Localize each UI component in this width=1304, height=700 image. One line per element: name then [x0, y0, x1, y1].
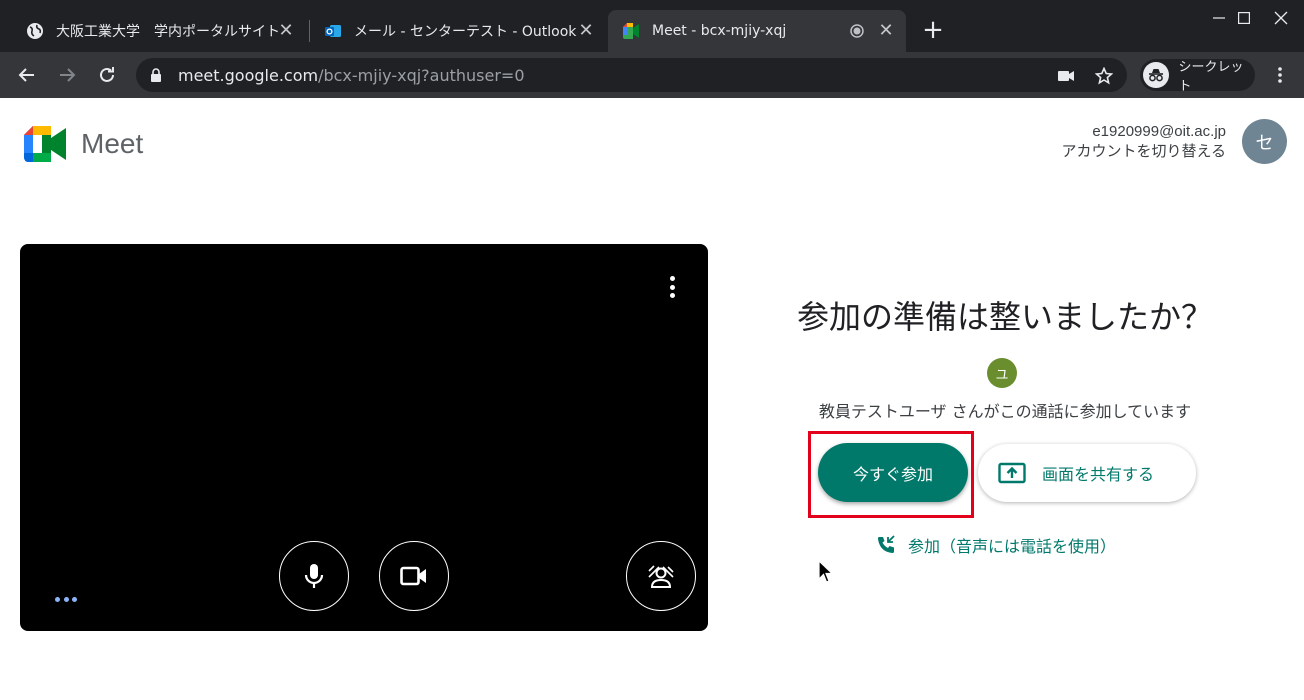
- back-button[interactable]: [11, 59, 43, 91]
- window-close-button[interactable]: [1258, 0, 1304, 36]
- incognito-label: シークレット: [1178, 60, 1244, 94]
- address-bar[interactable]: meet.google.com/bcx-mjiy-xqj?authuser=0: [136, 58, 1127, 92]
- mic-icon: [304, 564, 324, 588]
- arrow-right-icon: [60, 68, 76, 82]
- present-button[interactable]: 画面を共有する: [978, 444, 1196, 502]
- camera-toggle-button[interactable]: [379, 541, 449, 611]
- new-tab-button[interactable]: +: [920, 17, 946, 44]
- outlook-icon: [325, 25, 341, 37]
- record-icon: [850, 24, 864, 38]
- bookmark-star-button[interactable]: [1094, 66, 1114, 86]
- join-by-phone-label: 参加（音声には電話を使用）: [908, 537, 1117, 556]
- meet-brand-name: Meet: [81, 128, 144, 159]
- participants-in-call-text: 教員テストユーザ さんがこの通話に参加しています: [818, 402, 1192, 421]
- join-by-phone-link[interactable]: 参加（音声には電話を使用）: [876, 533, 1116, 557]
- globe-icon: [27, 23, 43, 39]
- maximize-icon: [1238, 12, 1250, 24]
- forward-button[interactable]: [51, 59, 83, 91]
- account-avatar[interactable]: セ: [1242, 119, 1287, 164]
- tab-close-button[interactable]: ✕: [578, 22, 594, 40]
- close-icon: [1274, 11, 1288, 25]
- mouse-cursor-icon: [818, 560, 834, 583]
- present-button-label: 画面を共有する: [1042, 465, 1155, 484]
- phone-icon: [878, 535, 895, 553]
- camera-blocked-button[interactable]: [1056, 66, 1076, 86]
- tab-close-button[interactable]: ✕: [278, 22, 294, 40]
- tab-title: 大阪工業大学 学内ポータルサイト: [56, 24, 278, 40]
- microphone-toggle-button[interactable]: [279, 541, 349, 611]
- meet-icon: [623, 23, 639, 39]
- connection-dots-icon: [55, 597, 77, 603]
- background-effects-button[interactable]: [626, 541, 696, 611]
- camera-blocked-icon: [1058, 71, 1074, 81]
- participant-avatar: ユ: [987, 358, 1017, 388]
- lock-icon: [151, 68, 161, 82]
- video-preview: [20, 244, 708, 631]
- arrow-left-icon: [18, 68, 34, 82]
- more-vert-icon: [1278, 67, 1282, 83]
- videocam-icon: [400, 566, 426, 586]
- more-vert-icon-dot: [669, 284, 675, 290]
- star-icon: [1095, 67, 1113, 85]
- tab-meet[interactable]: Meet - bcx-mjiy-xqj ✕: [608, 10, 906, 52]
- join-now-button[interactable]: 今すぐ参加: [818, 443, 968, 502]
- ready-to-join-heading: 参加の準備は整いましたか？: [796, 298, 1213, 336]
- more-vert-icon-dot: [669, 293, 675, 298]
- browser-toolbar: meet.google.com/bcx-mjiy-xqj?authuser=0 …: [0, 52, 1304, 98]
- tab-title: メール - センターテスト - Outlook: [354, 24, 577, 40]
- tab-outlook[interactable]: メール - センターテスト - Outlook ✕: [298, 10, 606, 52]
- account-email: e1920999@oit.ac.jp: [1092, 123, 1226, 140]
- url-path: /bcx-mjiy-xqj?authuser=0: [318, 65, 525, 85]
- tab-portal[interactable]: 大阪工業大学 学内ポータルサイト ✕: [0, 10, 306, 52]
- tab-close-button[interactable]: ✕: [878, 22, 894, 40]
- url-host: meet.google.com: [178, 65, 319, 85]
- tab-title: Meet - bcx-mjiy-xqj: [652, 23, 787, 39]
- incognito-icon: [1143, 62, 1169, 88]
- preview-more-options-button[interactable]: [664, 274, 680, 300]
- browser-tab-strip: 大阪工業大学 学内ポータルサイト ✕ メール - センターテスト - Outlo…: [0, 0, 1304, 52]
- reload-icon: [100, 67, 114, 82]
- reload-button[interactable]: [91, 59, 123, 91]
- incognito-indicator[interactable]: シークレット: [1140, 59, 1255, 94]
- present-icon: [998, 462, 1026, 484]
- switch-account-link[interactable]: アカウントを切り替える: [1061, 142, 1226, 162]
- google-meet-logo: [24, 126, 66, 162]
- account-info: e1920999@oit.ac.jp アカウントを切り替える: [1061, 122, 1226, 162]
- more-vert-icon: [669, 276, 675, 281]
- browser-menu-button[interactable]: [1268, 63, 1292, 87]
- url-text: meet.google.com/bcx-mjiy-xqj?authuser=0: [178, 66, 525, 85]
- background-blur-icon: [648, 565, 674, 588]
